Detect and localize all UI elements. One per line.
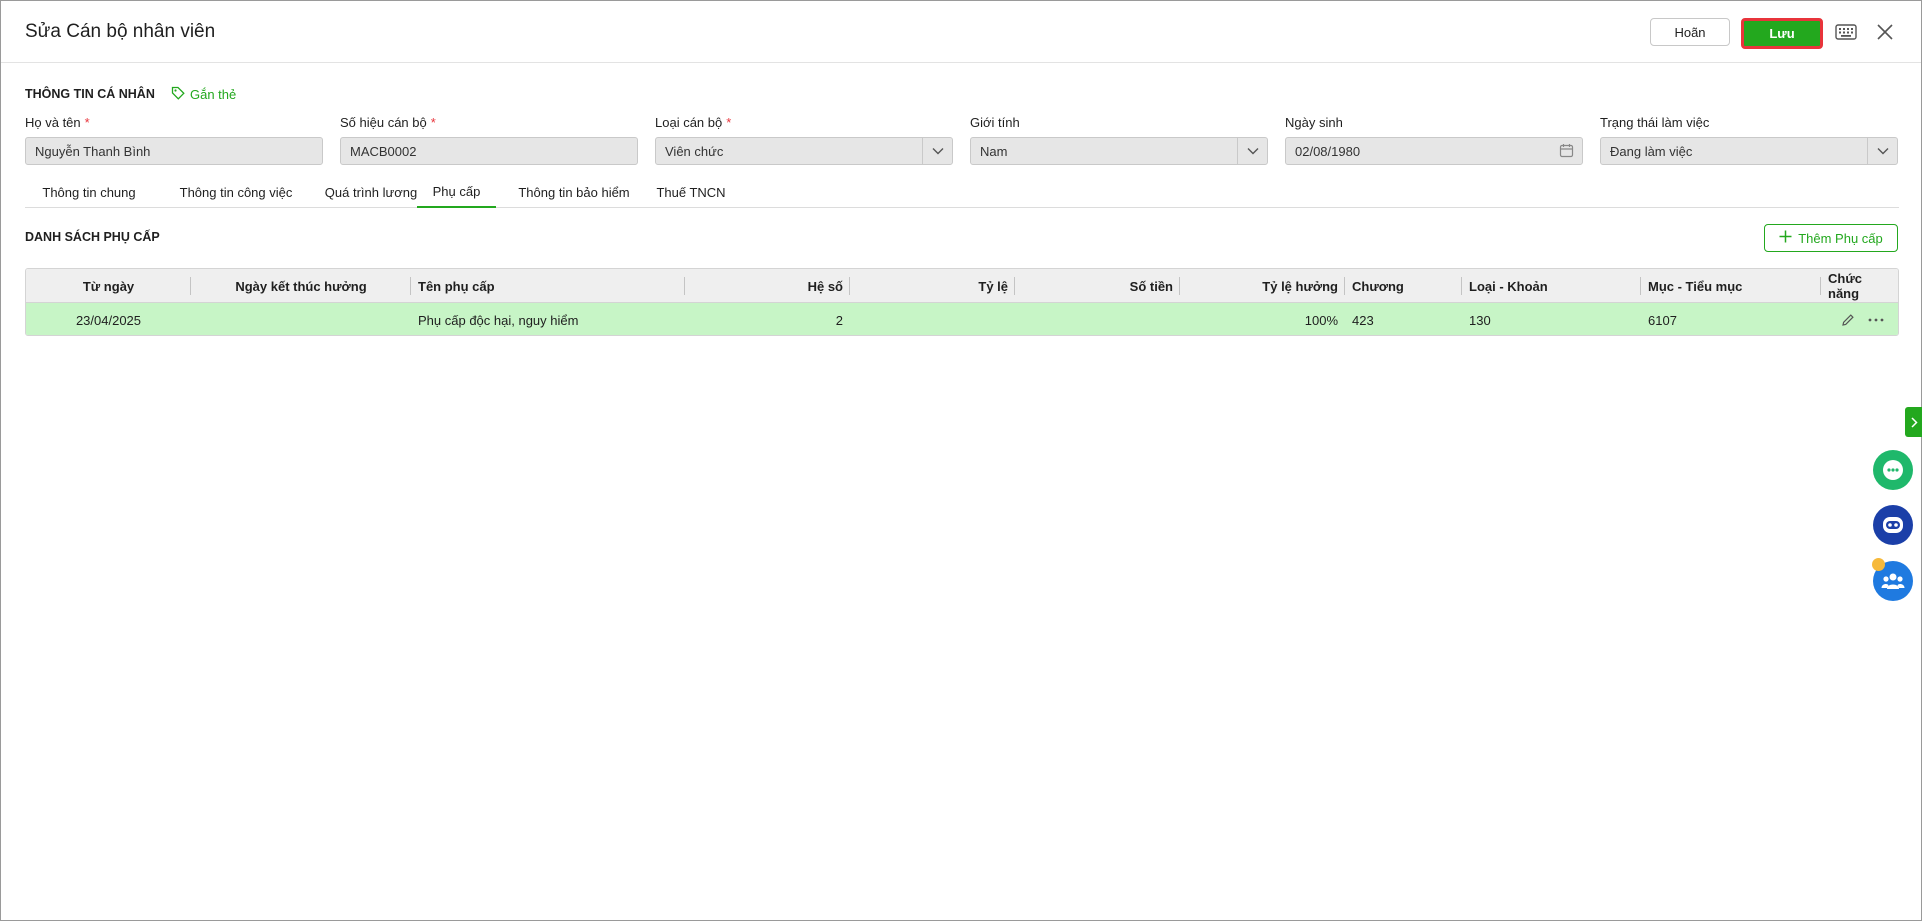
keyboard-icon[interactable] [1834,21,1858,43]
field-label: Trạng thái làm việc [1600,115,1710,130]
dialog-header: Sửa Cán bộ nhân viên Hoãn Lưu [1,1,1921,63]
notification-dot [1872,558,1885,571]
allowance-table: Từ ngày Ngày kết thúc hưởng Tên phụ cấp … [25,268,1899,336]
personal-info-title: THÔNG TIN CÁ NHÂN [25,87,155,101]
cell-chapter: 423 [1352,312,1374,328]
tab-personal-income-tax[interactable]: Thuế TNCN [649,177,733,208]
edit-employee-dialog: Sửa Cán bộ nhân viên Hoãn Lưu THÔNG TIN … [0,0,1922,921]
required-mark: * [84,115,90,130]
cell-amount [1015,303,1180,335]
column-header[interactable]: Chương [1345,269,1462,303]
pencil-icon[interactable] [1836,303,1860,335]
field-value: Viên chức [665,143,724,159]
column-header[interactable]: Số tiền [1015,269,1180,303]
table-row[interactable]: 23/04/2025 Phụ cấp độc hại, nguy hiểm 2 … [26,303,1898,335]
required-mark: * [430,115,436,130]
field-employee-code: Số hiệu cán bộ * MACB0002 [340,115,638,165]
field-employee-type: Loại cán bộ * Viên chức [655,115,953,165]
field-label: Họ và tên [25,115,81,130]
more-icon[interactable] [1864,303,1888,335]
cell-benefit-rate: 100% [1304,312,1338,328]
field-birth-date: Ngày sinh 02/08/1980 [1285,115,1583,165]
field-work-status: Trạng thái làm việc Đang làm việc [1600,115,1898,165]
cell-sub-item: 6107 [1648,312,1677,328]
cell-type-item: 130 [1469,312,1491,328]
field-gender: Giới tính Nam [970,115,1268,165]
tag-button[interactable]: Gắn thẻ [171,86,236,103]
cancel-button[interactable]: Hoãn [1650,18,1730,46]
chevron-right-icon[interactable] [1905,407,1922,437]
column-header[interactable]: Tỷ lệ hưởng [1180,269,1345,303]
cell-allowance-name: Phụ cấp độc hại, nguy hiểm [418,312,579,328]
field-label: Số hiệu cán bộ [340,115,427,130]
column-header[interactable]: Từ ngày [26,269,191,303]
column-header[interactable]: Tỷ lệ [850,269,1015,303]
tab-allowance[interactable]: Phụ cấp [417,177,496,208]
chat-icon[interactable] [1873,450,1913,490]
field-full-name: Họ và tên * Nguyễn Thanh Bình [25,115,323,165]
robot-icon[interactable] [1873,505,1913,545]
cell-coefficient: 2 [835,312,843,328]
calendar-icon[interactable] [1559,143,1574,161]
tab-general-info[interactable]: Thông tin chung [25,177,153,208]
field-label: Ngày sinh [1285,115,1343,130]
column-header[interactable]: Hệ số [685,269,850,303]
tab-bar: Thông tin chung Thông tin công việc Quá … [25,177,1899,208]
required-mark: * [726,115,732,130]
employee-type-select[interactable]: Viên chức [655,137,953,165]
field-label: Giới tính [970,115,1020,130]
chevron-down-icon[interactable] [922,138,952,164]
save-button[interactable]: Lưu [1741,18,1823,49]
chevron-down-icon[interactable] [1237,138,1267,164]
field-value: Nam [980,143,1008,159]
tab-salary-history[interactable]: Quá trình lương [309,177,433,208]
column-header[interactable]: Mục - Tiểu mục [1641,269,1821,303]
chevron-down-icon[interactable] [1867,138,1897,164]
dialog-title: Sửa Cán bộ nhân viên [25,21,216,42]
add-allowance-label: Thêm Phụ cấp [1798,230,1883,246]
cell-from-date: 23/04/2025 [75,312,142,328]
field-value: 02/08/1980 [1295,143,1361,159]
allowance-list-title: DANH SÁCH PHỤ CẤP [25,230,160,244]
close-icon[interactable] [1873,20,1897,44]
add-allowance-button[interactable]: Thêm Phụ cấp [1764,224,1898,252]
plus-icon [1779,230,1792,246]
tab-job-info[interactable]: Thông tin công việc [160,177,312,208]
column-header: Chức năng [1828,271,1862,301]
gender-select[interactable]: Nam [970,137,1268,165]
employee-code-input[interactable]: MACB0002 [340,137,638,165]
tab-insurance-info[interactable]: Thông tin bảo hiểm [504,177,644,208]
field-value: Đang làm việc [1610,143,1693,159]
column-header[interactable]: Tên phụ cấp [411,269,685,303]
tag-icon [171,86,185,103]
field-value: Nguyễn Thanh Bình [35,143,151,159]
cell-rate [850,303,1015,335]
field-label: Loại cán bộ [655,115,723,130]
table-header: Từ ngày Ngày kết thúc hưởng Tên phụ cấp … [26,269,1898,303]
tag-label: Gắn thẻ [190,87,237,102]
work-status-select[interactable]: Đang làm việc [1600,137,1898,165]
cell-end-date [191,303,411,335]
field-value: MACB0002 [350,143,417,159]
full-name-input[interactable]: Nguyễn Thanh Bình [25,137,323,165]
birth-date-input[interactable]: 02/08/1980 [1285,137,1583,165]
column-header[interactable]: Loại - Khoản [1462,269,1641,303]
column-header[interactable]: Ngày kết thúc hưởng [191,269,411,303]
